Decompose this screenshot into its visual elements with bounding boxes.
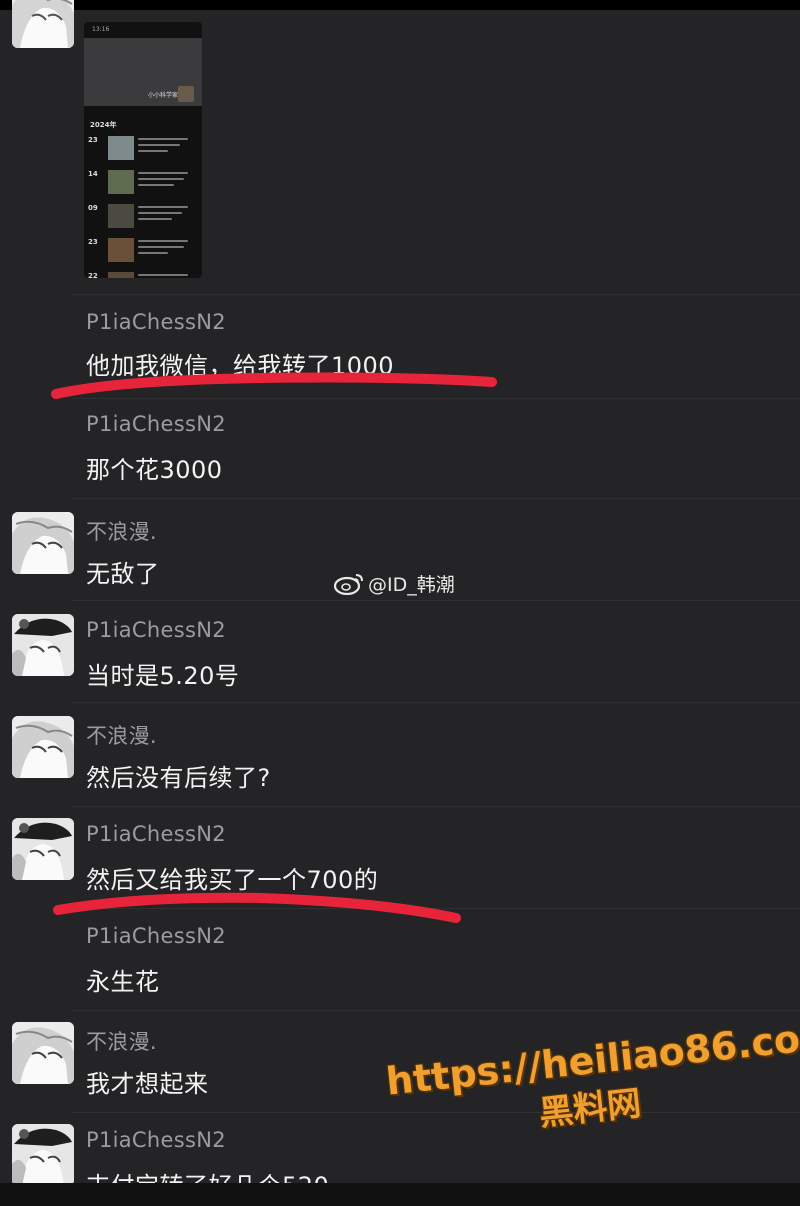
highlight-underlines: [51, 372, 497, 923]
weibo-watermark: @ID_韩潮: [334, 570, 455, 596]
weibo-icon: [334, 574, 363, 595]
red-underline: [51, 372, 497, 399]
red-underline: [53, 892, 461, 923]
weibo-handle: @ID_韩潮: [368, 573, 455, 596]
